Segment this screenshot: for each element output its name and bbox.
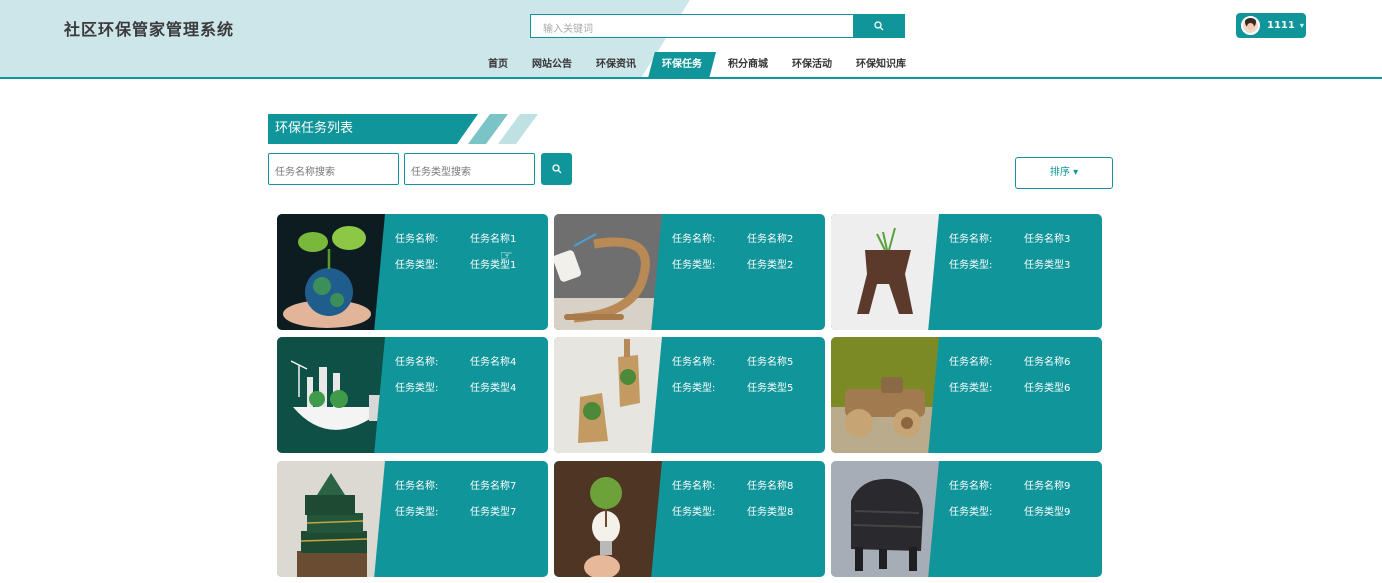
task-card[interactable]: 任务名称: 任务名称2 任务类型: 任务类型2 [554,214,825,330]
task-card[interactable]: 任务名称: 任务名称9 任务类型: 任务类型9 [831,461,1102,577]
task-type: 任务类型5 [747,383,794,394]
task-name-search-input[interactable]: 任务名称搜索 [268,153,399,185]
section-title: 环保任务列表 [268,114,478,144]
nav-item-home[interactable]: 首页 [476,52,520,77]
task-image [831,461,939,577]
search-button[interactable] [853,14,905,38]
nav-item-knowledge-base[interactable]: 环保知识库 [844,52,918,77]
task-card[interactable]: 任务名称: 任务名称6 任务类型: 任务类型6 [831,337,1102,453]
avatar [1241,16,1260,35]
task-type: 任务类型2 [747,260,794,271]
task-image [831,214,939,330]
task-card[interactable]: 任务名称: 任务名称8 任务类型: 任务类型8 [554,461,825,577]
task-image [277,337,385,453]
task-image [554,337,662,453]
task-image [277,461,385,577]
task-type: 任务类型9 [1024,507,1071,518]
hand-cursor-icon: ☞ [500,248,513,264]
site-title: 社区环保管家管理系统 [64,20,235,39]
task-name: 任务名称4 [470,357,517,368]
search-input[interactable]: 输入关键词 [530,14,854,38]
nav-item-news[interactable]: 环保资讯 [584,52,648,77]
task-grid: 任务名称: 任务名称1 任务类型: 任务类型1 任务名称: 任务名称2 任务类型: 任务… [277,214,1103,579]
nav-item-tasks[interactable]: 环保任务 [648,52,716,77]
task-type: 任务类型7 [470,507,517,518]
nav-item-announcements[interactable]: 网站公告 [520,52,584,77]
task-image [831,337,939,453]
chevron-down-icon: ▾ [1299,21,1304,30]
filter-search-button[interactable] [541,153,572,185]
sort-button[interactable]: 排序 ▾ [1015,157,1113,189]
task-type-search-input[interactable]: 任务类型搜索 [404,153,535,185]
task-name: 任务名称3 [1024,234,1071,245]
task-card[interactable]: 任务名称: 任务名称5 任务类型: 任务类型5 [554,337,825,453]
main-nav: 首页 网站公告 环保资讯 环保任务 积分商城 环保活动 环保知识库 [476,52,918,77]
nav-item-activities[interactable]: 环保活动 [780,52,844,77]
task-name: 任务名称1 [470,234,517,245]
user-menu-button[interactable]: 1111 ▾ [1236,13,1306,38]
task-card[interactable]: 任务名称: 任务名称3 任务类型: 任务类型3 [831,214,1102,330]
task-name: 任务名称8 [747,481,794,492]
search-icon [551,164,561,174]
task-name: 任务名称7 [470,481,517,492]
task-card[interactable]: 任务名称: 任务名称7 任务类型: 任务类型7 [277,461,548,577]
task-name: 任务名称9 [1024,481,1071,492]
task-name: 任务名称6 [1024,357,1071,368]
task-name: 任务名称5 [747,357,794,368]
task-image [554,214,662,330]
task-image [554,461,662,577]
section-header: 环保任务列表 [268,114,538,144]
task-type: 任务类型6 [1024,383,1071,394]
task-type: 任务类型8 [747,507,794,518]
header: 社区环保管家管理系统 输入关键词 1111 ▾ 首页 网站公告 环保资讯 环保任… [0,0,1382,79]
task-card[interactable]: 任务名称: 任务名称4 任务类型: 任务类型4 [277,337,548,453]
task-card[interactable]: 任务名称: 任务名称1 任务类型: 任务类型1 [277,214,548,330]
task-type: 任务类型3 [1024,260,1071,271]
task-type: 任务类型4 [470,383,517,394]
task-name: 任务名称2 [747,234,794,245]
nav-item-points-mall[interactable]: 积分商城 [716,52,780,77]
search-icon [874,21,884,31]
user-name: 1111 [1267,20,1295,31]
task-image [277,214,385,330]
